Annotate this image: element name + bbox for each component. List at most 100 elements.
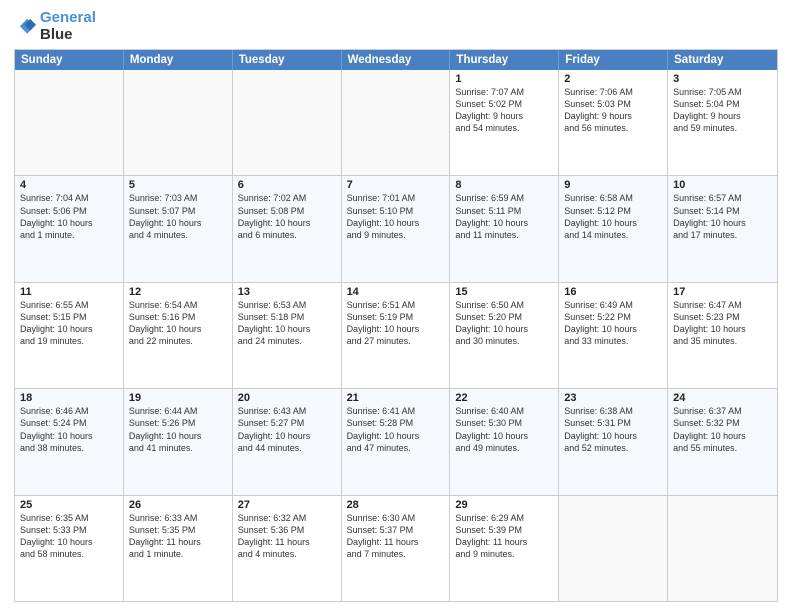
day-info: Sunrise: 7:02 AM Sunset: 5:08 PM Dayligh… (238, 192, 336, 241)
day-number: 16 (564, 286, 662, 298)
calendar-cell: 20Sunrise: 6:43 AM Sunset: 5:27 PM Dayli… (233, 389, 342, 494)
day-number: 25 (20, 499, 118, 511)
day-info: Sunrise: 6:57 AM Sunset: 5:14 PM Dayligh… (673, 192, 772, 241)
day-info: Sunrise: 7:06 AM Sunset: 5:03 PM Dayligh… (564, 86, 662, 135)
day-info: Sunrise: 6:29 AM Sunset: 5:39 PM Dayligh… (455, 512, 553, 561)
logo-icon (14, 16, 36, 38)
day-info: Sunrise: 6:58 AM Sunset: 5:12 PM Dayligh… (564, 192, 662, 241)
day-number: 6 (238, 179, 336, 191)
day-info: Sunrise: 7:07 AM Sunset: 5:02 PM Dayligh… (455, 86, 553, 135)
day-number: 27 (238, 499, 336, 511)
header-cell-sunday: Sunday (15, 50, 124, 70)
calendar-cell: 13Sunrise: 6:53 AM Sunset: 5:18 PM Dayli… (233, 283, 342, 388)
day-info: Sunrise: 6:53 AM Sunset: 5:18 PM Dayligh… (238, 299, 336, 348)
day-info: Sunrise: 6:32 AM Sunset: 5:36 PM Dayligh… (238, 512, 336, 561)
day-number: 5 (129, 179, 227, 191)
calendar-row: 4Sunrise: 7:04 AM Sunset: 5:06 PM Daylig… (15, 176, 777, 282)
calendar-cell: 18Sunrise: 6:46 AM Sunset: 5:24 PM Dayli… (15, 389, 124, 494)
header-cell-saturday: Saturday (668, 50, 777, 70)
calendar-cell: 21Sunrise: 6:41 AM Sunset: 5:28 PM Dayli… (342, 389, 451, 494)
calendar-cell: 6Sunrise: 7:02 AM Sunset: 5:08 PM Daylig… (233, 176, 342, 281)
day-number: 4 (20, 179, 118, 191)
header-cell-monday: Monday (124, 50, 233, 70)
day-number: 3 (673, 73, 772, 85)
calendar-cell (124, 70, 233, 175)
calendar-cell (668, 496, 777, 601)
page: General Blue SundayMondayTuesdayWednesda… (0, 0, 792, 612)
day-number: 26 (129, 499, 227, 511)
calendar-row: 25Sunrise: 6:35 AM Sunset: 5:33 PM Dayli… (15, 496, 777, 601)
day-number: 10 (673, 179, 772, 191)
day-number: 11 (20, 286, 118, 298)
header-cell-wednesday: Wednesday (342, 50, 451, 70)
calendar-cell: 2Sunrise: 7:06 AM Sunset: 5:03 PM Daylig… (559, 70, 668, 175)
calendar-cell: 29Sunrise: 6:29 AM Sunset: 5:39 PM Dayli… (450, 496, 559, 601)
header-cell-friday: Friday (559, 50, 668, 70)
calendar: SundayMondayTuesdayWednesdayThursdayFrid… (14, 49, 778, 602)
day-number: 22 (455, 392, 553, 404)
day-number: 29 (455, 499, 553, 511)
calendar-row: 1Sunrise: 7:07 AM Sunset: 5:02 PM Daylig… (15, 70, 777, 176)
day-number: 19 (129, 392, 227, 404)
day-number: 18 (20, 392, 118, 404)
day-info: Sunrise: 6:40 AM Sunset: 5:30 PM Dayligh… (455, 405, 553, 454)
day-info: Sunrise: 6:47 AM Sunset: 5:23 PM Dayligh… (673, 299, 772, 348)
calendar-cell (15, 70, 124, 175)
calendar-cell: 26Sunrise: 6:33 AM Sunset: 5:35 PM Dayli… (124, 496, 233, 601)
day-info: Sunrise: 6:41 AM Sunset: 5:28 PM Dayligh… (347, 405, 445, 454)
day-info: Sunrise: 6:30 AM Sunset: 5:37 PM Dayligh… (347, 512, 445, 561)
day-info: Sunrise: 6:37 AM Sunset: 5:32 PM Dayligh… (673, 405, 772, 454)
day-info: Sunrise: 7:03 AM Sunset: 5:07 PM Dayligh… (129, 192, 227, 241)
day-number: 12 (129, 286, 227, 298)
day-info: Sunrise: 6:38 AM Sunset: 5:31 PM Dayligh… (564, 405, 662, 454)
day-info: Sunrise: 6:33 AM Sunset: 5:35 PM Dayligh… (129, 512, 227, 561)
day-number: 17 (673, 286, 772, 298)
calendar-cell (233, 70, 342, 175)
calendar-row: 18Sunrise: 6:46 AM Sunset: 5:24 PM Dayli… (15, 389, 777, 495)
day-info: Sunrise: 6:50 AM Sunset: 5:20 PM Dayligh… (455, 299, 553, 348)
day-info: Sunrise: 6:35 AM Sunset: 5:33 PM Dayligh… (20, 512, 118, 561)
calendar-cell: 17Sunrise: 6:47 AM Sunset: 5:23 PM Dayli… (668, 283, 777, 388)
header-cell-tuesday: Tuesday (233, 50, 342, 70)
calendar-row: 11Sunrise: 6:55 AM Sunset: 5:15 PM Dayli… (15, 283, 777, 389)
header: General Blue (14, 10, 778, 43)
calendar-cell (559, 496, 668, 601)
day-number: 7 (347, 179, 445, 191)
day-number: 1 (455, 73, 553, 85)
logo-text: General Blue (40, 10, 96, 43)
calendar-cell: 14Sunrise: 6:51 AM Sunset: 5:19 PM Dayli… (342, 283, 451, 388)
day-info: Sunrise: 6:54 AM Sunset: 5:16 PM Dayligh… (129, 299, 227, 348)
day-info: Sunrise: 6:51 AM Sunset: 5:19 PM Dayligh… (347, 299, 445, 348)
logo: General Blue (14, 10, 96, 43)
calendar-cell: 28Sunrise: 6:30 AM Sunset: 5:37 PM Dayli… (342, 496, 451, 601)
calendar-cell: 7Sunrise: 7:01 AM Sunset: 5:10 PM Daylig… (342, 176, 451, 281)
day-number: 24 (673, 392, 772, 404)
day-info: Sunrise: 6:44 AM Sunset: 5:26 PM Dayligh… (129, 405, 227, 454)
day-number: 13 (238, 286, 336, 298)
calendar-cell: 10Sunrise: 6:57 AM Sunset: 5:14 PM Dayli… (668, 176, 777, 281)
day-info: Sunrise: 7:01 AM Sunset: 5:10 PM Dayligh… (347, 192, 445, 241)
calendar-cell: 15Sunrise: 6:50 AM Sunset: 5:20 PM Dayli… (450, 283, 559, 388)
calendar-cell: 3Sunrise: 7:05 AM Sunset: 5:04 PM Daylig… (668, 70, 777, 175)
calendar-cell: 11Sunrise: 6:55 AM Sunset: 5:15 PM Dayli… (15, 283, 124, 388)
calendar-body: 1Sunrise: 7:07 AM Sunset: 5:02 PM Daylig… (15, 70, 777, 601)
day-number: 20 (238, 392, 336, 404)
calendar-cell: 16Sunrise: 6:49 AM Sunset: 5:22 PM Dayli… (559, 283, 668, 388)
calendar-cell: 1Sunrise: 7:07 AM Sunset: 5:02 PM Daylig… (450, 70, 559, 175)
calendar-cell: 12Sunrise: 6:54 AM Sunset: 5:16 PM Dayli… (124, 283, 233, 388)
calendar-cell: 23Sunrise: 6:38 AM Sunset: 5:31 PM Dayli… (559, 389, 668, 494)
calendar-cell: 4Sunrise: 7:04 AM Sunset: 5:06 PM Daylig… (15, 176, 124, 281)
calendar-header: SundayMondayTuesdayWednesdayThursdayFrid… (15, 50, 777, 70)
day-number: 21 (347, 392, 445, 404)
calendar-cell: 9Sunrise: 6:58 AM Sunset: 5:12 PM Daylig… (559, 176, 668, 281)
day-number: 9 (564, 179, 662, 191)
day-info: Sunrise: 6:43 AM Sunset: 5:27 PM Dayligh… (238, 405, 336, 454)
day-info: Sunrise: 6:49 AM Sunset: 5:22 PM Dayligh… (564, 299, 662, 348)
day-info: Sunrise: 6:46 AM Sunset: 5:24 PM Dayligh… (20, 405, 118, 454)
header-cell-thursday: Thursday (450, 50, 559, 70)
day-number: 14 (347, 286, 445, 298)
day-info: Sunrise: 6:55 AM Sunset: 5:15 PM Dayligh… (20, 299, 118, 348)
calendar-cell (342, 70, 451, 175)
calendar-cell: 27Sunrise: 6:32 AM Sunset: 5:36 PM Dayli… (233, 496, 342, 601)
calendar-cell: 19Sunrise: 6:44 AM Sunset: 5:26 PM Dayli… (124, 389, 233, 494)
